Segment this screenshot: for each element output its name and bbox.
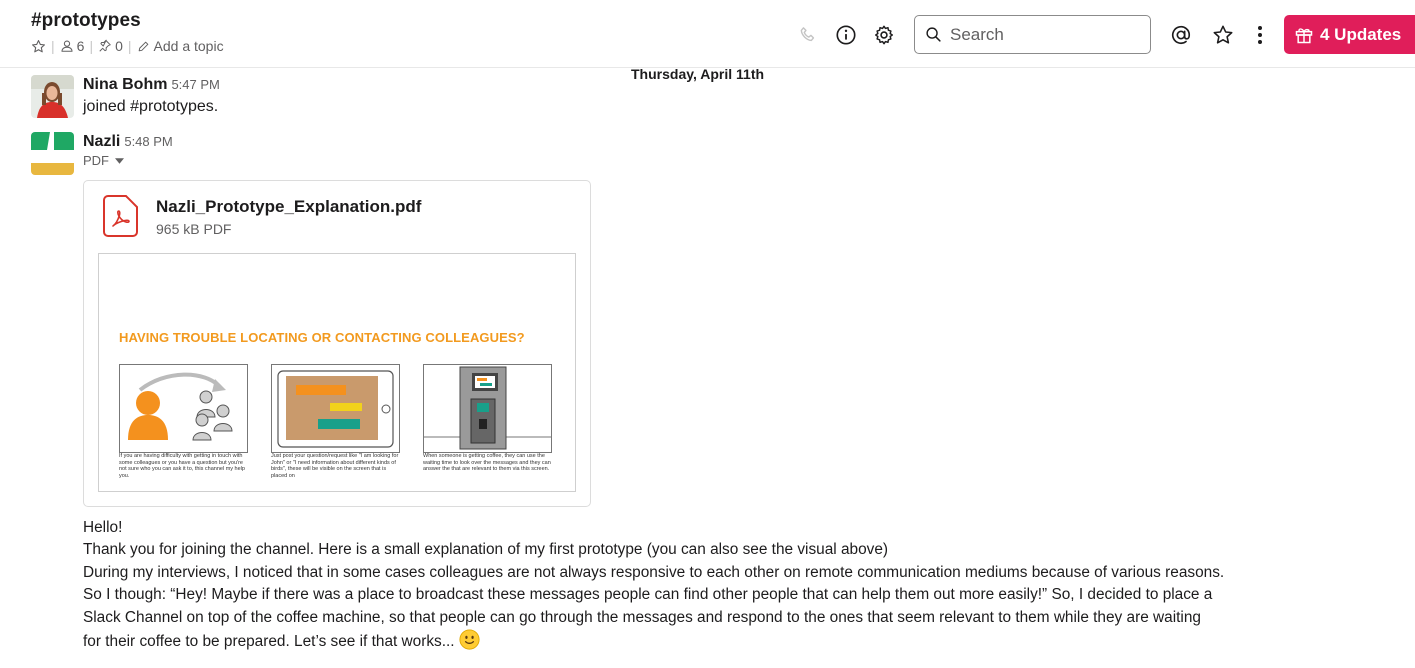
pdf-attachment-card[interactable]: Nazli_Prototype_Explanation.pdf 965 kB P…: [83, 180, 591, 507]
channel-header: #prototypes | 6 | 0 | Add a topic Search…: [0, 0, 1415, 68]
preview-caption: When someone is getting coffee, they can…: [423, 453, 551, 473]
caret-down-icon: [115, 157, 124, 164]
pdf-preview-thumbnail[interactable]: HAVING TROUBLE LOCATING OR CONTACTING CO…: [98, 253, 576, 492]
pins-count[interactable]: 0: [98, 38, 123, 54]
pdf-file-name[interactable]: Nazli_Prototype_Explanation.pdf: [156, 197, 421, 217]
preview-panel-people: [119, 364, 248, 453]
members-count[interactable]: 6: [60, 38, 84, 54]
message-sender[interactable]: Nina Bohm 5:47 PM: [83, 76, 220, 94]
starred-items-icon[interactable]: [1212, 24, 1234, 46]
message-line: Hello!: [83, 519, 123, 536]
avatar[interactable]: [31, 75, 74, 118]
message-line: Slack Channel on top of the coffee machi…: [83, 608, 1201, 626]
channel-meta: | 6 | 0 | Add a topic: [31, 38, 224, 54]
avatar[interactable]: [31, 132, 74, 175]
channel-name[interactable]: #prototypes: [31, 10, 141, 32]
message-text: joined #prototypes.: [83, 98, 219, 115]
message-line: Thank you for joining the channel. Here …: [83, 541, 889, 559]
preview-title: HAVING TROUBLE LOCATING OR CONTACTING CO…: [119, 330, 525, 345]
file-type-toggle[interactable]: PDF: [83, 153, 124, 168]
pdf-file-info: 965 kB PDF: [156, 221, 232, 237]
preview-caption: If you are having difficulty with gettin…: [119, 453, 245, 479]
gift-icon: [1295, 27, 1313, 43]
slightly-smiling-face-icon[interactable]: [459, 629, 480, 657]
updates-button[interactable]: 4 Updates: [1284, 15, 1415, 54]
more-menu-icon[interactable]: [1249, 24, 1271, 46]
add-topic-link[interactable]: Add a topic: [137, 38, 224, 54]
message-timestamp[interactable]: 5:47 PM: [171, 77, 219, 92]
message-line: So I though: “Hey! Maybe if there was a …: [83, 586, 1213, 604]
date-divider: Thursday, April 11th: [631, 66, 765, 82]
phone-icon[interactable]: [797, 24, 819, 46]
search-icon: [926, 27, 941, 42]
preview-panel-coffee-machine: [423, 364, 552, 453]
pdf-file-icon: [102, 195, 138, 242]
message-sender[interactable]: Nazli 5:48 PM: [83, 133, 173, 151]
settings-gear-icon[interactable]: [873, 24, 895, 46]
person-icon: [61, 40, 73, 52]
pin-icon: [99, 39, 111, 52]
preview-panel-screen: [271, 364, 400, 453]
search-box[interactable]: [914, 15, 1151, 54]
message-line-last: for their coffee to be prepared. Let’s s…: [83, 629, 1403, 657]
mentions-at-icon[interactable]: [1170, 24, 1192, 46]
message-line: During my interviews, I noticed that in …: [83, 563, 1225, 581]
star-channel-icon[interactable]: [31, 39, 46, 54]
search-input[interactable]: [950, 24, 1140, 45]
preview-caption: Just post your question/request like "I …: [271, 453, 399, 479]
message-timestamp[interactable]: 5:48 PM: [124, 134, 172, 149]
channel-info-icon[interactable]: [835, 24, 857, 46]
pencil-icon: [138, 41, 148, 51]
message-body: Hello! Thank you for joining the channel…: [83, 517, 1403, 657]
